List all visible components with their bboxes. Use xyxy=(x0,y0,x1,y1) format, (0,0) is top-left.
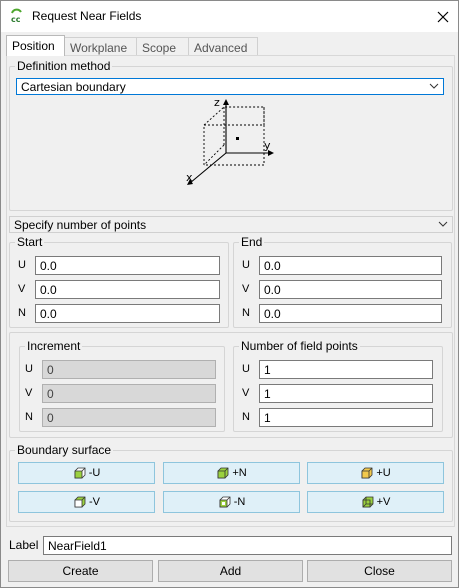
end-n-input[interactable]: 0.0 xyxy=(259,304,442,323)
tab-strip: Position Workplane Scope Advanced xyxy=(6,35,456,56)
points-mode-select[interactable]: Specify number of points xyxy=(9,216,453,233)
end-u-label: U xyxy=(242,259,250,271)
create-button[interactable]: Create xyxy=(8,560,153,582)
end-u-input[interactable]: 0.0 xyxy=(259,256,442,275)
tab-workplane[interactable]: Workplane xyxy=(64,37,137,56)
num-points-v-input[interactable]: 1 xyxy=(259,384,433,403)
boundary-surface-group: Boundary surface -U +N +U -V -N +V xyxy=(9,443,453,522)
app-logo-icon: cc xyxy=(11,8,22,24)
points-mode-value: Specify number of points xyxy=(14,218,147,232)
end-v-label: V xyxy=(242,283,250,295)
start-label: Start xyxy=(15,235,45,249)
definition-method-label: Definition method xyxy=(15,59,113,73)
boundary-plus-v-button[interactable]: +V xyxy=(307,491,444,513)
num-points-n-label: N xyxy=(242,411,250,423)
end-label: End xyxy=(239,235,265,249)
increment-n-label: N xyxy=(25,411,33,423)
dialog-window: cc Request Near Fields Position Workplan… xyxy=(0,0,459,588)
increment-label: Increment xyxy=(25,339,83,353)
add-button[interactable]: Add xyxy=(158,560,303,582)
tab-advanced[interactable]: Advanced xyxy=(188,37,258,56)
definition-method-value: Cartesian boundary xyxy=(21,80,126,94)
svg-text:cc: cc xyxy=(11,15,21,24)
start-n-label: N xyxy=(18,307,26,319)
cube-face-icon xyxy=(217,467,229,479)
cube-face-icon xyxy=(219,496,231,508)
boundary-button-label: -V xyxy=(89,496,100,508)
cube-face-icon xyxy=(361,467,373,479)
boundary-button-label: +U xyxy=(376,467,391,479)
start-u-input[interactable]: 0.0 xyxy=(35,256,220,275)
end-v-input[interactable]: 0.0 xyxy=(259,280,442,299)
num-points-n-input[interactable]: 1 xyxy=(259,408,433,427)
boundary-button-label: +V xyxy=(376,496,391,508)
increment-u-label: U xyxy=(25,363,33,375)
num-points-u-label: U xyxy=(242,363,250,375)
tab-scope[interactable]: Scope xyxy=(136,37,189,56)
boundary-surface-label: Boundary surface xyxy=(15,443,114,457)
boundary-button-label: -U xyxy=(88,467,101,479)
boundary-minus-u-button[interactable]: -U xyxy=(18,462,155,484)
start-v-label: V xyxy=(18,283,26,295)
cartesian-box-diagram: z y x xyxy=(186,97,274,185)
increment-u-input: 0 xyxy=(42,360,216,379)
boundary-plus-u-button[interactable]: +U xyxy=(307,462,444,484)
end-n-label: N xyxy=(242,307,250,319)
start-group: Start U 0.0 V 0.0 N 0.0 xyxy=(9,235,229,328)
end-group: End U 0.0 V 0.0 N 0.0 xyxy=(233,235,452,328)
cube-face-icon xyxy=(74,496,86,508)
start-n-input[interactable]: 0.0 xyxy=(35,304,220,323)
label-field-label: Label xyxy=(9,538,39,552)
boundary-button-label: +N xyxy=(232,467,247,479)
num-points-label: Number of field points xyxy=(239,339,360,353)
boundary-minus-v-button[interactable]: -V xyxy=(18,491,155,513)
diagram-axis-x: x xyxy=(186,171,193,184)
increment-v-label: V xyxy=(25,387,33,399)
tab-position[interactable]: Position xyxy=(6,35,65,56)
increment-group: Increment U 0 V 0 N 0 xyxy=(19,339,225,432)
label-input[interactable]: NearField1 xyxy=(43,536,452,555)
start-u-label: U xyxy=(18,259,26,271)
window-title: Request Near Fields xyxy=(32,9,142,23)
chevron-down-icon xyxy=(438,221,448,227)
title-bar: cc Request Near Fields xyxy=(1,1,458,32)
num-points-u-input[interactable]: 1 xyxy=(259,360,433,379)
cube-face-icon xyxy=(362,496,374,508)
boundary-minus-n-button[interactable]: -N xyxy=(163,491,300,513)
cube-face-icon xyxy=(74,467,86,479)
boundary-button-label: -N xyxy=(233,496,246,508)
num-points-group: Number of field points U 1 V 1 N 1 xyxy=(233,339,443,432)
position-tab-pane: Definition method Cartesian boundary z y… xyxy=(6,55,455,527)
start-v-input[interactable]: 0.0 xyxy=(35,280,220,299)
increment-v-input: 0 xyxy=(42,384,216,403)
num-points-v-label: V xyxy=(242,387,250,399)
boundary-plus-n-button[interactable]: +N xyxy=(163,462,300,484)
close-button[interactable]: Close xyxy=(307,560,452,582)
definition-method-select[interactable]: Cartesian boundary xyxy=(16,78,444,95)
diagram-axis-z: z xyxy=(214,97,220,109)
diagram-axis-y: y xyxy=(264,139,271,152)
close-icon[interactable] xyxy=(432,6,454,28)
chevron-down-icon xyxy=(429,83,439,89)
increment-n-input: 0 xyxy=(42,408,216,427)
definition-method-group: Definition method Cartesian boundary z y… xyxy=(9,59,453,211)
